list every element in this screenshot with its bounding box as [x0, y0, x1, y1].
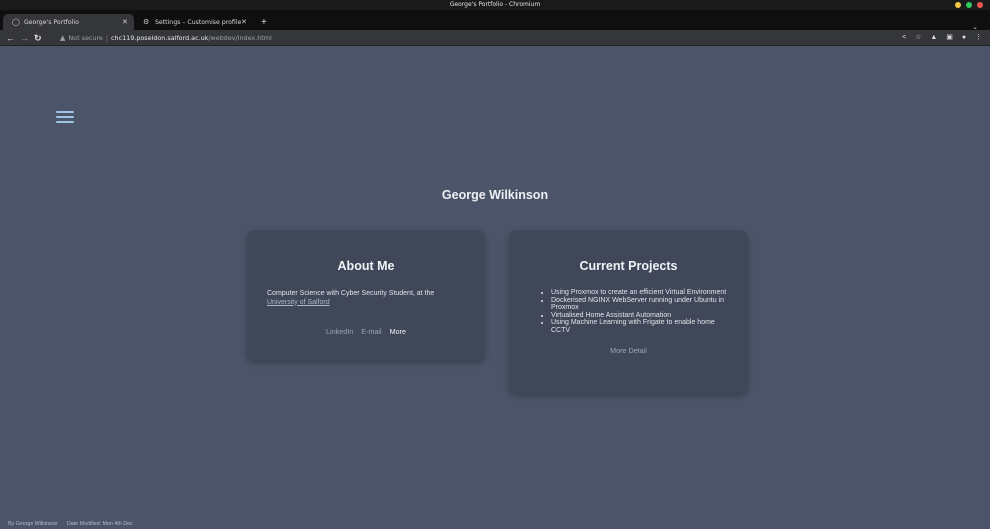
tab-portfolio[interactable]: ◯ George's Portfolio ✕ — [3, 14, 134, 30]
footer-modified: Date Modified: Mon 4th Dec — [66, 521, 133, 527]
projects-title: Current Projects — [579, 259, 678, 273]
list-item: Dockerised NGINX WebServer running under… — [551, 297, 728, 312]
close-icon[interactable]: ✕ — [122, 14, 128, 30]
warning-icon: ▲ — [60, 34, 66, 42]
browser-toolbar: ← → ↻ ▲ Not secure | chc119.poseidon.salfor… — [0, 30, 990, 46]
projects-list: Using Proxmox to create an efficient Vir… — [551, 289, 728, 335]
reload-button[interactable]: ↻ — [34, 32, 42, 44]
security-label: Not secure — [68, 34, 103, 42]
sidepanel-icon[interactable]: ▣ — [946, 34, 953, 41]
tab-settings[interactable]: ⚙ Settings – Customise profile ✕ — [134, 14, 256, 30]
footer-author: By George Wilkinson — [8, 521, 58, 527]
list-item: Using Proxmox to create an efficient Vir… — [551, 289, 728, 297]
forward-button[interactable]: → — [20, 32, 29, 44]
maximize-button[interactable] — [966, 2, 972, 8]
more-detail-link[interactable]: More Detail — [509, 346, 748, 355]
url-path: /webdev/index.html — [208, 34, 272, 42]
url-host: chc119.poseidon.salford.ac.uk — [111, 34, 209, 42]
tab-label: George's Portfolio — [23, 19, 79, 26]
more-link[interactable]: More — [390, 327, 406, 336]
tab-label: Settings – Customise profile — [154, 19, 242, 26]
address-separator: | — [105, 34, 109, 42]
about-text: Computer Science with Cyber Security Stu… — [267, 290, 435, 297]
extensions-icon[interactable]: ▲ — [930, 34, 937, 41]
back-button[interactable]: ← — [6, 32, 15, 44]
globe-icon: ◯ — [12, 18, 20, 26]
list-item: Using Machine Learning with Frigate to e… — [551, 319, 728, 334]
university-link[interactable]: University of Salford — [267, 299, 330, 306]
minimize-button[interactable] — [955, 2, 961, 8]
toolbar-icons: < ☆ ▲ ▣ ● ⋮ — [895, 32, 982, 44]
about-links: LinkedIn E-mail More — [247, 327, 485, 336]
projects-card: Current Projects Using Proxmox to create… — [509, 230, 748, 393]
profile-icon[interactable]: ● — [962, 34, 966, 41]
close-icon[interactable]: ✕ — [241, 14, 247, 30]
about-title: About Me — [337, 259, 395, 273]
window-titlebar: George's Portfolio - Chromium — [0, 0, 990, 10]
share-icon[interactable]: < — [902, 34, 906, 41]
about-description: Computer Science with Cyber Security Stu… — [267, 290, 465, 307]
page-title: George Wilkinson — [441, 188, 549, 202]
page-footer: By George Wilkinson Date Modified: Mon 4… — [8, 521, 141, 527]
email-link[interactable]: E-mail — [361, 327, 381, 336]
star-icon[interactable]: ☆ — [915, 34, 921, 41]
address-bar[interactable]: ▲ Not secure | chc119.poseidon.salford.ac.u… — [60, 32, 980, 44]
hamburger-menu-icon[interactable] — [56, 111, 74, 123]
window-title: George's Portfolio - Chromium — [449, 1, 541, 8]
close-button[interactable] — [977, 2, 983, 8]
gear-icon: ⚙ — [143, 18, 150, 26]
new-tab-button[interactable]: + — [261, 18, 267, 28]
menu-icon[interactable]: ⋮ — [975, 34, 982, 41]
about-card: About Me Computer Science with Cyber Sec… — [247, 230, 485, 360]
tab-bar: ◯ George's Portfolio ✕ ⚙ Settings – Cust… — [0, 10, 990, 31]
page-content: George Wilkinson About Me Computer Scien… — [0, 47, 990, 529]
linkedin-link[interactable]: LinkedIn — [326, 327, 353, 336]
list-item: Virtualised Home Assistant Automation — [551, 312, 728, 320]
